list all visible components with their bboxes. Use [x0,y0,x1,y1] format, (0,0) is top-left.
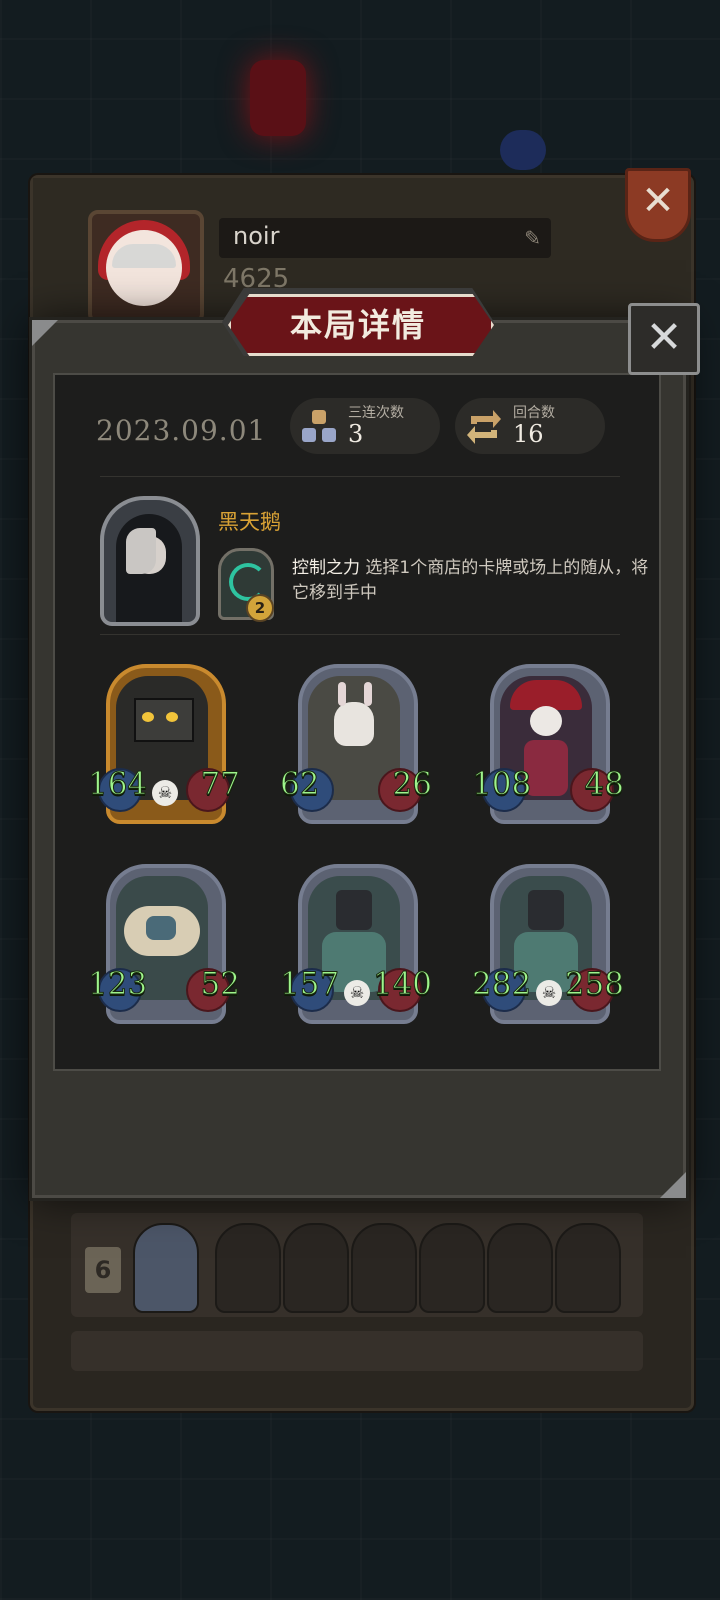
triple-label: 三连次数 [348,405,404,421]
triple-stat: 三连次数 3 [290,398,440,454]
history-row[interactable] [71,1331,643,1371]
close-button[interactable]: ✕ [628,303,700,375]
history-minion [351,1223,417,1313]
triple-value: 3 [348,420,364,448]
hero-name: 黑天鹅 [218,510,281,534]
avatar[interactable] [88,210,204,324]
history-minion [419,1223,485,1313]
skull-icon: ☠ [152,780,178,806]
edit-name-icon[interactable]: ✎ [524,226,541,250]
minion-attack: 157 [279,966,340,1003]
rank-badge: 6 [85,1247,121,1293]
red-lantern [250,60,306,136]
player-name: noir [233,222,280,250]
minion-card[interactable]: 108 48 [471,664,625,824]
history-hero-portrait [133,1223,199,1313]
minion-card[interactable]: ☠ 164 77 [87,664,241,824]
match-date: 2023.09.01 [96,414,267,447]
minion-attack: 123 [87,966,148,1003]
corner-ornament [32,320,58,346]
minion-attack: 164 [87,766,148,803]
minion-attack: 62 [279,766,320,803]
player-name-bar[interactable]: noir ✎ [219,218,551,258]
history-minion [487,1223,553,1313]
divider [100,476,620,477]
history-minion [283,1223,349,1313]
minion-attack: 108 [471,766,532,803]
turns-value: 16 [513,420,544,448]
minion-card[interactable]: 62 26 [279,664,433,824]
skill-name: 控制之力 [292,558,360,578]
skill-description: 控制之力 选择1个商店的卡牌或场上的随从，将它移到手中 [292,556,652,606]
skill-level-badge: 2 [246,594,274,622]
divider [100,634,620,635]
minion-health: 258 [564,966,624,1003]
minion-health: 77 [200,766,240,803]
profile-close-button[interactable]: ✕ [625,168,691,242]
turns-label: 回合数 [513,405,555,421]
blue-potion [500,130,546,170]
hero-portrait[interactable] [100,496,200,626]
triple-icon [298,406,340,448]
minion-card[interactable]: ☠ 157 140 [279,864,433,1024]
minion-health: 48 [584,766,624,803]
minion-health: 52 [200,966,240,1003]
minion-card[interactable]: ☠ 282 258 [471,864,625,1024]
minion-attack: 282 [471,966,532,1003]
modal-title: 本局详情 [289,306,426,344]
corner-ornament [660,1172,686,1198]
history-row[interactable]: 6 [71,1213,643,1317]
history-minion [215,1223,281,1313]
skull-icon: ☠ [536,980,562,1006]
skull-icon: ☠ [344,980,370,1006]
minion-card[interactable]: 123 52 [87,864,241,1024]
turns-stat: 回合数 16 [455,398,605,454]
history-minion [555,1223,621,1313]
minion-health: 140 [372,966,432,1003]
minion-health: 26 [392,766,432,803]
turns-icon [463,406,505,448]
